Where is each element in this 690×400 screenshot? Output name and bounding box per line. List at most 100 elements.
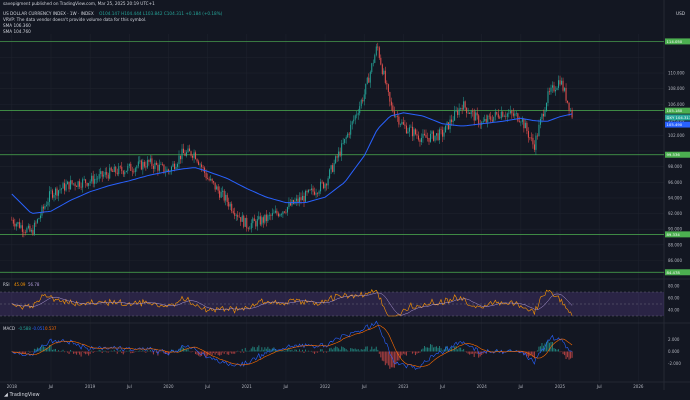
candle-body — [472, 111, 474, 112]
candle-body — [104, 172, 106, 175]
macd-histogram-bar — [106, 351, 108, 353]
candle-body — [91, 175, 93, 182]
candle-body — [488, 115, 490, 117]
candle-body — [301, 195, 303, 201]
candle-body — [116, 172, 118, 175]
candle-body — [193, 152, 195, 158]
candle-body — [570, 109, 572, 111]
macd-histogram-bar — [151, 351, 153, 353]
candle-body — [484, 118, 486, 122]
macd-histogram-bar — [55, 348, 57, 352]
candle-body — [494, 112, 496, 117]
candle-body — [338, 151, 340, 158]
chart-canvas[interactable]: 114.000110.000108.000106.000104.000102.0… — [0, 0, 690, 400]
candle-body — [458, 108, 460, 115]
candle-body — [292, 200, 294, 204]
candle-body — [420, 137, 422, 142]
candle-body — [250, 223, 252, 229]
candle-body — [527, 131, 529, 138]
macd-histogram-bar — [36, 347, 38, 352]
candle-body — [234, 212, 236, 216]
candle-body — [231, 203, 233, 212]
macd-histogram-bar — [83, 351, 85, 354]
candle-body — [559, 80, 561, 85]
candle-body — [410, 126, 412, 128]
macd-histogram-bar — [460, 347, 462, 352]
candle-body — [71, 180, 73, 184]
macd-histogram-bar — [88, 351, 90, 356]
macd-histogram-bar — [240, 351, 242, 353]
candle-body — [333, 163, 335, 172]
candle-body — [95, 178, 97, 180]
candle-body — [324, 184, 326, 189]
candle-body — [184, 153, 186, 156]
candle-body — [341, 143, 343, 156]
candle-body — [544, 110, 546, 117]
candle-body — [98, 174, 100, 179]
candle-body — [454, 111, 456, 121]
candle-body — [213, 181, 215, 183]
candle-body — [354, 115, 356, 120]
candle-body — [558, 80, 560, 88]
time-tick-label: 2021 — [242, 384, 253, 389]
macd-histogram-bar — [110, 350, 112, 352]
price-tick-label: 110.000 — [668, 71, 685, 76]
macd-histogram-bar — [211, 351, 213, 356]
macd-histogram-bar — [146, 350, 148, 352]
candle-body — [12, 219, 14, 224]
macd-histogram-bar — [539, 346, 541, 352]
macd-histogram-bar — [371, 346, 373, 352]
macd-histogram-bar — [143, 351, 145, 353]
candle-body — [35, 222, 37, 224]
candle-body — [344, 138, 346, 143]
macd-histogram-bar — [436, 346, 438, 352]
time-tick-label: Jul — [283, 384, 289, 389]
candle-body — [21, 225, 23, 232]
macd-histogram-bar — [451, 347, 453, 352]
candle-body — [89, 181, 91, 184]
time-tick-label: 2026 — [633, 384, 644, 389]
candle-body — [365, 83, 367, 95]
candle-body — [58, 190, 60, 196]
time-tick-label: Jul — [361, 384, 367, 389]
candle-body — [384, 70, 386, 83]
macd-histogram-bar — [214, 351, 216, 355]
macd-histogram-bar — [470, 351, 472, 354]
candle-body — [23, 231, 25, 233]
candle-body — [348, 133, 350, 135]
macd-histogram-bar — [333, 347, 335, 352]
candle-body — [452, 120, 454, 122]
macd-histogram-bar — [457, 349, 459, 352]
macd-histogram-bar — [395, 351, 397, 365]
candle-body — [536, 135, 538, 137]
candle-body — [521, 119, 523, 122]
macd-histogram-bar — [195, 351, 197, 355]
macd-histogram-bar — [378, 351, 380, 354]
candle-body — [201, 164, 203, 167]
macd-histogram-bar — [347, 350, 349, 352]
macd-histogram-bar — [375, 346, 377, 352]
candle-body — [137, 161, 139, 167]
candle-body — [567, 100, 569, 103]
candle-body — [476, 112, 478, 116]
macd-histogram-bar — [381, 351, 383, 361]
macd-histogram-bar — [555, 348, 557, 352]
macd-tick-label: -2.000 — [668, 361, 681, 366]
candle-body — [401, 122, 403, 125]
candle-body — [253, 218, 255, 222]
macd-histogram-bar — [437, 347, 439, 352]
candle-body — [535, 135, 537, 150]
candle-body — [463, 101, 465, 110]
candle-body — [280, 214, 282, 215]
macd-histogram-bar — [56, 351, 58, 353]
candle-body — [425, 134, 427, 138]
macd-histogram-bar — [317, 351, 319, 353]
price-tick-label: 86.000 — [668, 258, 682, 263]
candle-body — [320, 181, 322, 192]
candle-body — [241, 215, 243, 222]
candle-body — [526, 122, 528, 132]
candle-body — [482, 121, 484, 123]
candle-body — [311, 188, 313, 191]
macd-histogram-bar — [161, 350, 163, 352]
macd-histogram-bar — [476, 351, 478, 354]
